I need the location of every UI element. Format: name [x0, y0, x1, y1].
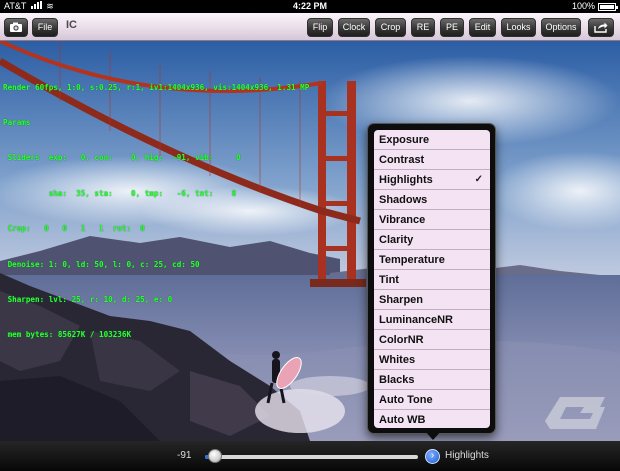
- menu-item-luminancenr[interactable]: LuminanceNR: [374, 310, 490, 330]
- menu-item-clarity[interactable]: Clarity: [374, 230, 490, 250]
- menu-item-shadows[interactable]: Shadows: [374, 190, 490, 210]
- menu-item-tint[interactable]: Tint: [374, 270, 490, 290]
- flip-button[interactable]: Flip: [307, 18, 333, 37]
- stats-line: sha: 35, sta: 0, tmp: -6, tnt: 8: [3, 188, 237, 198]
- share-icon: [594, 22, 608, 33]
- clock-button[interactable]: Clock: [338, 18, 370, 37]
- menu-item-label: Highlights: [379, 174, 433, 186]
- menu-item-contrast[interactable]: Contrast: [374, 150, 490, 170]
- menu-item-sharpen[interactable]: Sharpen: [374, 290, 490, 310]
- menu-item-temperature[interactable]: Temperature: [374, 250, 490, 270]
- popover-arrow: [424, 430, 442, 440]
- menu-item-colornr[interactable]: ColorNR: [374, 330, 490, 350]
- battery-status: 100%: [571, 0, 618, 13]
- stats-line: mem bytes: 85627K / 103236K: [3, 330, 132, 340]
- slider-thumb[interactable]: [207, 449, 222, 463]
- options-button[interactable]: Options: [541, 18, 581, 37]
- adjustment-popover: Exposure Contrast Highlights ✓ Shadows Vi…: [367, 123, 496, 440]
- menu-item-label: LuminanceNR: [379, 314, 453, 326]
- menu-item-auto-tone[interactable]: Auto Tone: [374, 390, 490, 410]
- menu-item-label: Temperature: [379, 254, 445, 266]
- stats-line: Render 60fps, 1:0, s:0.25, r:1, iv1:1404…: [3, 82, 310, 92]
- toolbar: File IC Flip Clock Crop RE PE Edit Looks…: [0, 13, 620, 41]
- pe-button[interactable]: PE: [440, 18, 464, 37]
- app-title: IC: [66, 19, 77, 31]
- stats-line: Sliders exp: 0, con: 0, hig: -91, vib: 0: [3, 153, 241, 163]
- battery-icon: [598, 2, 618, 11]
- menu-item-label: Contrast: [379, 154, 425, 166]
- menu-item-label: ColorNR: [379, 334, 424, 346]
- menu-item-label: Whites: [379, 354, 416, 366]
- looks-button[interactable]: Looks: [501, 18, 536, 37]
- menu-item-label: Exposure: [379, 134, 430, 146]
- menu-item-label: Tint: [379, 274, 399, 286]
- share-button[interactable]: [588, 18, 614, 37]
- battery-percent: 100%: [571, 1, 595, 11]
- stats-line: Sharpen: lvl: 25, r: 10, d: 25, e: 0: [3, 294, 173, 304]
- file-button[interactable]: File: [32, 18, 58, 37]
- checkmark-icon: ✓: [474, 174, 483, 185]
- menu-item-label: Clarity: [379, 234, 414, 246]
- adjustment-picker-button[interactable]: ›: [425, 449, 440, 464]
- status-time: 4:22 PM: [292, 1, 327, 11]
- crop-button[interactable]: Crop: [375, 18, 406, 37]
- slider-value: -91: [177, 450, 192, 461]
- re-button[interactable]: RE: [411, 18, 435, 37]
- selected-adjustment-label: Highlights: [445, 450, 489, 461]
- render-stats-overlay: Render 60fps, 1:0, s:0.25, r:1, iv1:1404…: [3, 58, 309, 353]
- menu-item-label: Sharpen: [379, 294, 424, 306]
- adjustment-menu: Exposure Contrast Highlights ✓ Shadows Vi…: [374, 130, 490, 428]
- menu-item-label: Blacks: [379, 374, 415, 386]
- camera-icon: [10, 22, 22, 32]
- menu-item-whites[interactable]: Whites: [374, 350, 490, 370]
- bottom-bar: -91 › Highlights: [0, 441, 620, 471]
- menu-item-vibrance[interactable]: Vibrance: [374, 210, 490, 230]
- menu-item-label: Auto Tone: [379, 394, 433, 406]
- menu-item-exposure[interactable]: Exposure: [374, 130, 490, 150]
- menu-item-label: Vibrance: [379, 214, 426, 226]
- stats-line: Params: [3, 117, 31, 127]
- status-bar: AT&T ≋ 4:22 PM 100%: [0, 0, 620, 13]
- menu-item-highlights[interactable]: Highlights ✓: [374, 170, 490, 190]
- menu-item-label: Shadows: [379, 194, 428, 206]
- menu-item-blacks[interactable]: Blacks: [374, 370, 490, 390]
- camera-button[interactable]: [4, 18, 28, 37]
- menu-item-label: Auto WB: [379, 414, 426, 426]
- adjustment-slider-track[interactable]: [205, 455, 418, 459]
- menu-item-auto-wb[interactable]: Auto WB: [374, 410, 490, 428]
- stats-line: Crop: 0 0 1 1 rot: 0: [3, 224, 145, 234]
- stats-line: Denoise: 1: 0, ld: 50, l: 0, c: 25, cd: …: [3, 259, 200, 269]
- info-icon: ›: [430, 450, 435, 461]
- edit-button[interactable]: Edit: [469, 18, 496, 37]
